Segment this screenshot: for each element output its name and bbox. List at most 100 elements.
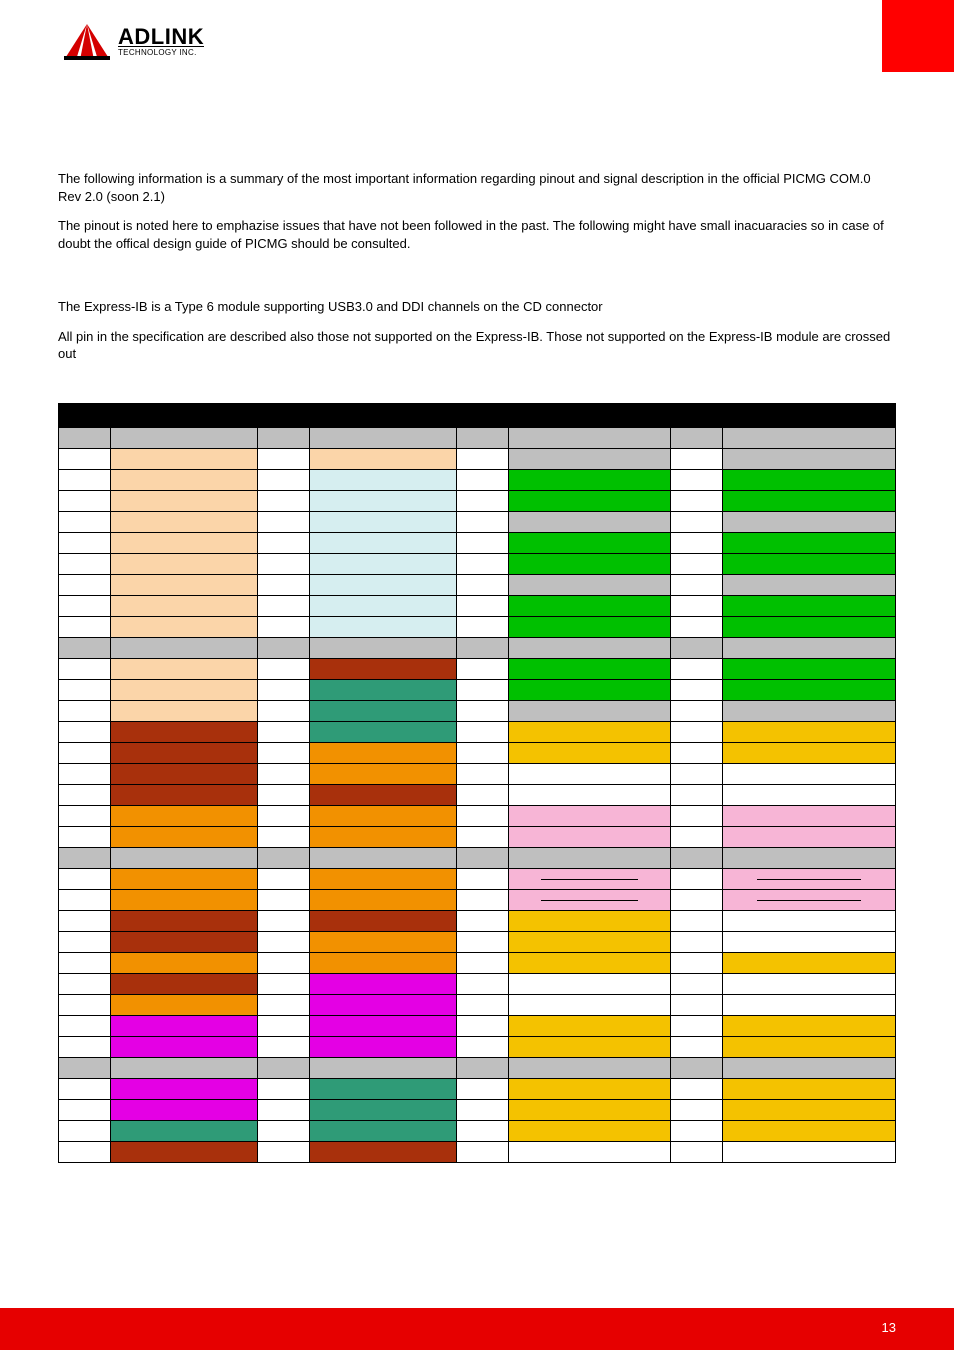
pin-cell	[110, 658, 257, 679]
pin-cell	[310, 1099, 457, 1120]
pin-cell	[110, 490, 257, 511]
pin-cell	[258, 679, 310, 700]
logo-name: ADLINK	[118, 27, 204, 47]
table-row	[59, 1099, 896, 1120]
table-row	[59, 595, 896, 616]
pin-cell	[509, 574, 671, 595]
pin-cell	[457, 1036, 509, 1057]
pin-cell	[59, 532, 111, 553]
pin-cell	[310, 1036, 457, 1057]
page: ADLINK TECHNOLOGY INC. The following inf…	[0, 0, 954, 1350]
pin-cell	[310, 1141, 457, 1162]
table-row	[59, 742, 896, 763]
pin-cell	[110, 553, 257, 574]
pin-cell	[110, 532, 257, 553]
table-row	[59, 721, 896, 742]
pin-cell	[670, 742, 722, 763]
pin-cell	[310, 805, 457, 826]
pin-cell	[670, 427, 722, 448]
pin-cell	[457, 595, 509, 616]
pin-cell	[110, 847, 257, 868]
pin-cell	[722, 784, 895, 805]
pin-cell	[110, 784, 257, 805]
pin-cell	[722, 805, 895, 826]
pin-cell	[722, 679, 895, 700]
pin-cell	[670, 553, 722, 574]
pin-cell	[110, 427, 257, 448]
pin-cell	[310, 574, 457, 595]
table-row	[59, 553, 896, 574]
pin-cell	[258, 469, 310, 490]
pin-cell	[457, 868, 509, 889]
pin-cell	[258, 637, 310, 658]
pin-cell	[722, 847, 895, 868]
pin-cell	[509, 595, 671, 616]
pin-cell	[258, 868, 310, 889]
pin-cell	[110, 1078, 257, 1099]
pin-cell	[110, 511, 257, 532]
pin-cell	[258, 616, 310, 637]
pin-cell	[258, 1057, 310, 1078]
pin-cell	[509, 511, 671, 532]
pin-cell	[258, 1120, 310, 1141]
pin-cell	[110, 994, 257, 1015]
pin-cell	[59, 616, 111, 637]
table-row	[59, 1120, 896, 1141]
pin-cell	[110, 742, 257, 763]
pin-cell	[59, 784, 111, 805]
pin-cell	[722, 742, 895, 763]
pin-cell	[670, 994, 722, 1015]
pin-cell	[258, 973, 310, 994]
pin-cell	[670, 511, 722, 532]
pin-cell	[509, 742, 671, 763]
table-row	[59, 679, 896, 700]
pin-cell	[310, 931, 457, 952]
pin-cell	[670, 973, 722, 994]
pin-cell	[457, 910, 509, 931]
pin-cell	[110, 616, 257, 637]
pin-cell	[670, 952, 722, 973]
pin-cell	[457, 679, 509, 700]
pin-cell	[670, 805, 722, 826]
pin-cell	[258, 595, 310, 616]
pin-cell	[110, 889, 257, 910]
pin-cell	[110, 637, 257, 658]
pin-cell	[258, 784, 310, 805]
table-row	[59, 511, 896, 532]
table-row	[59, 889, 896, 910]
pin-cell	[457, 700, 509, 721]
table-row	[59, 805, 896, 826]
intro-paragraph-3: The Express-IB is a Type 6 module suppor…	[58, 298, 896, 316]
pin-cell	[670, 1120, 722, 1141]
pin-cell	[258, 427, 310, 448]
corner-red-tab	[882, 0, 954, 72]
pin-cell	[59, 658, 111, 679]
table-row	[59, 448, 896, 469]
table-row	[59, 700, 896, 721]
pin-cell	[457, 1099, 509, 1120]
pin-cell	[59, 889, 111, 910]
pin-cell	[310, 721, 457, 742]
table-row	[59, 490, 896, 511]
pin-cell	[509, 532, 671, 553]
pin-cell	[722, 574, 895, 595]
pin-cell	[722, 994, 895, 1015]
pin-cell	[310, 448, 457, 469]
pin-cell	[457, 931, 509, 952]
pin-cell	[722, 616, 895, 637]
pin-cell	[59, 910, 111, 931]
pin-cell	[670, 1078, 722, 1099]
table-row	[59, 910, 896, 931]
pin-cell	[670, 490, 722, 511]
pin-cell	[509, 469, 671, 490]
pin-cell	[59, 868, 111, 889]
pin-cell	[110, 1141, 257, 1162]
pin-cell	[457, 658, 509, 679]
pin-cell	[310, 826, 457, 847]
pin-cell	[509, 952, 671, 973]
pin-cell	[110, 679, 257, 700]
pin-cell	[59, 973, 111, 994]
pin-cell	[670, 784, 722, 805]
pin-cell	[310, 427, 457, 448]
pin-cell	[457, 847, 509, 868]
